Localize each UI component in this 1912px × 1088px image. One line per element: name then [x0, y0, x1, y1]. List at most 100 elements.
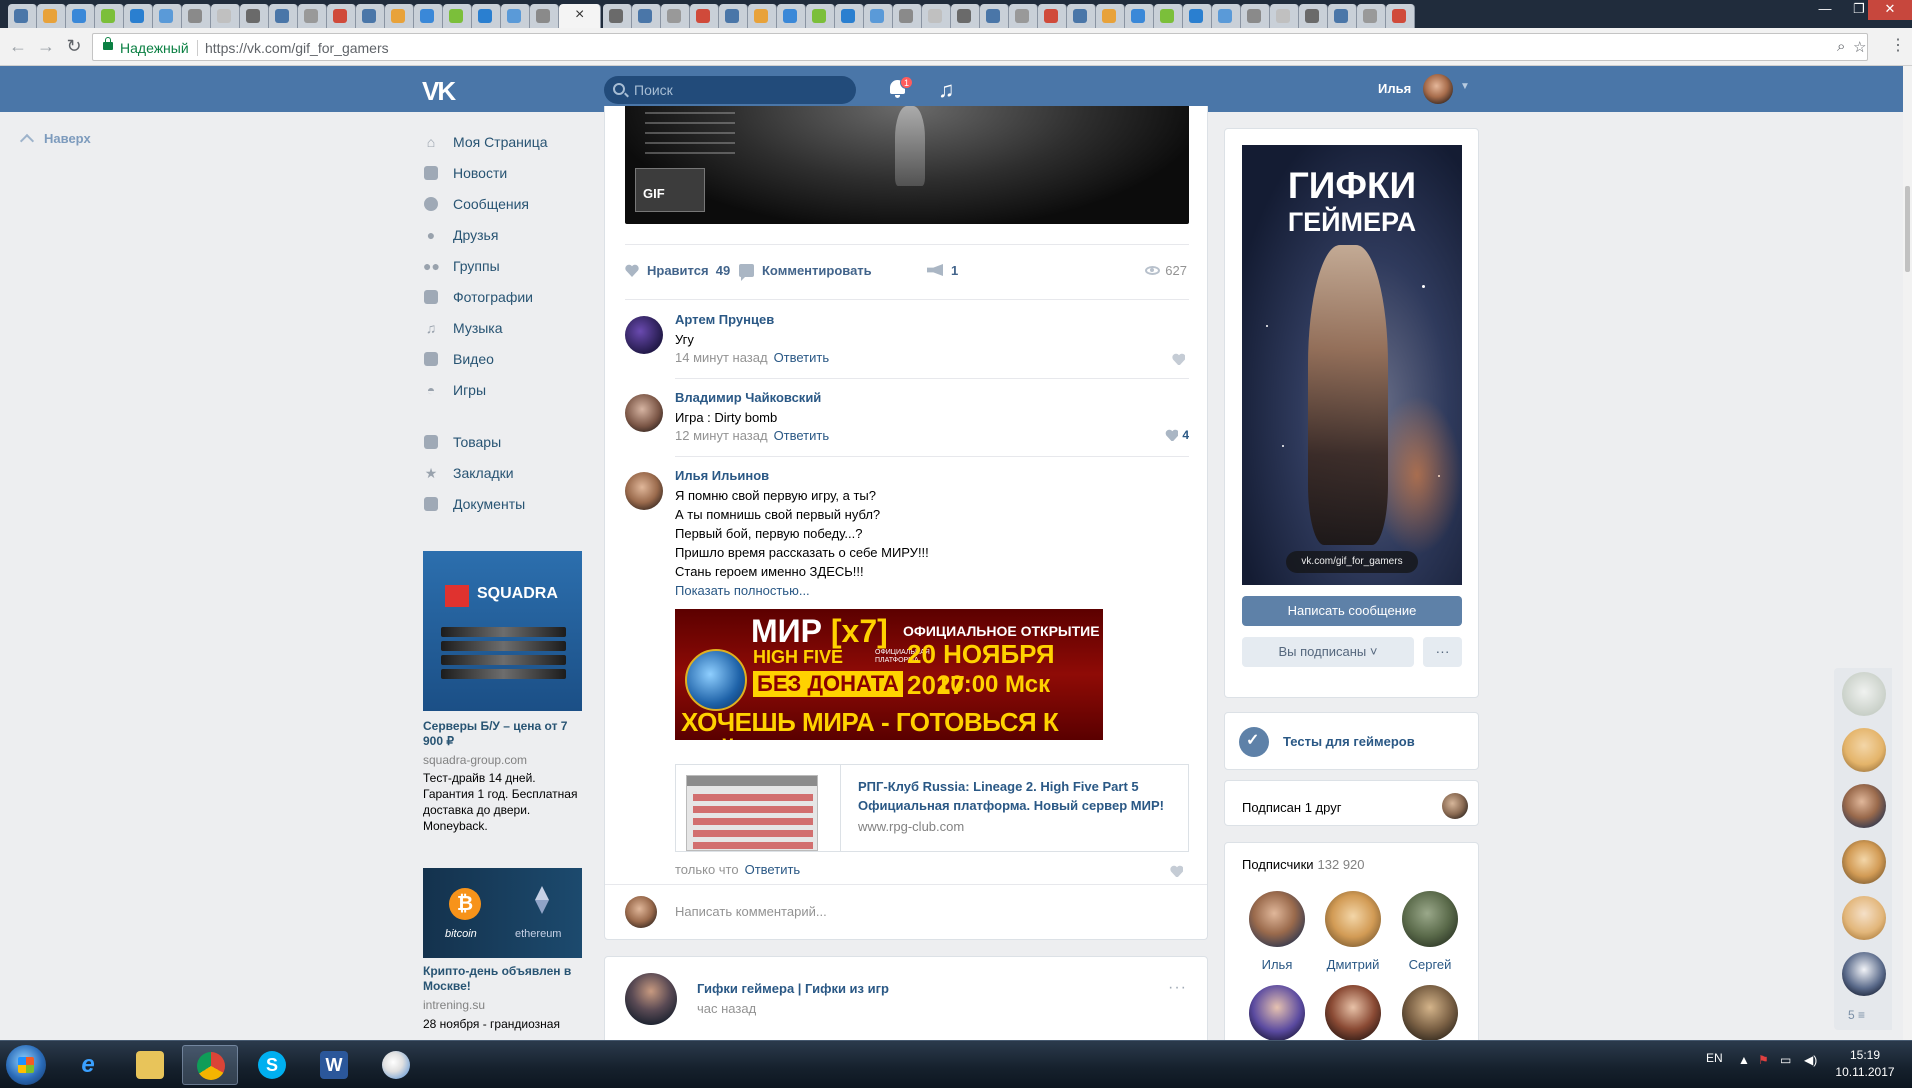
- comment-time[interactable]: только что: [675, 862, 739, 877]
- subscribers-header[interactable]: Подписчики 132 920: [1242, 857, 1365, 872]
- reload-icon[interactable]: ↻: [62, 35, 86, 59]
- nav-item-games[interactable]: ◓ Игры: [423, 380, 583, 400]
- comment-author[interactable]: Илья Ильинов: [675, 468, 769, 483]
- post-author[interactable]: Гифки геймера | Гифки из игр: [697, 981, 889, 996]
- subscribed-button[interactable]: Вы подписаны ˅: [1242, 637, 1414, 667]
- promo-banner-image[interactable]: МИР [x7] HIGH FIVE ОФИЦИАЛЬНАЯ ПЛАТФОРМА…: [675, 609, 1103, 740]
- link-domain[interactable]: www.rpg-club.com: [858, 819, 964, 834]
- chevron-down-icon[interactable]: ▼: [1460, 81, 1470, 92]
- subscriber-item[interactable]: Сергей: [1395, 891, 1465, 972]
- browser-tab[interactable]: [719, 4, 748, 28]
- nav-item-bookmarks[interactable]: ★ Закладки: [423, 463, 583, 483]
- taskbar-paint[interactable]: [368, 1045, 424, 1085]
- ad-crypto-image[interactable]: ₿ bitcoin ethereum: [423, 868, 582, 958]
- music-note-icon[interactable]: ♫: [938, 77, 955, 103]
- search-input[interactable]: Поиск: [604, 76, 856, 104]
- comment-button[interactable]: Комментировать: [739, 263, 872, 283]
- browser-tab[interactable]: [1270, 4, 1299, 28]
- more-actions-button[interactable]: ···: [1423, 637, 1462, 667]
- browser-tab[interactable]: [1241, 4, 1270, 28]
- back-to-top-button[interactable]: Наверх: [19, 131, 91, 149]
- app-name[interactable]: Тесты для геймеров: [1283, 734, 1415, 749]
- share-button[interactable]: 1: [927, 263, 958, 283]
- browser-tab[interactable]: [240, 4, 269, 28]
- browser-tab[interactable]: [1299, 4, 1328, 28]
- browser-tab[interactable]: [1386, 4, 1415, 28]
- volume-icon[interactable]: ◀): [1804, 1053, 1817, 1067]
- ad-squadra-image[interactable]: SQUADRA: [423, 551, 582, 711]
- browser-menu-icon[interactable]: ⋮: [1886, 35, 1910, 59]
- friend-chat-avatar[interactable]: [1842, 784, 1886, 828]
- comment-author[interactable]: Владимир Чайковский: [675, 390, 821, 405]
- browser-tab[interactable]: [806, 4, 835, 28]
- ad-title[interactable]: Серверы Б/У – цена от 7 900 ₽: [423, 719, 582, 749]
- comment-time[interactable]: 12 минут назад: [675, 428, 768, 443]
- browser-tab[interactable]: [1357, 4, 1386, 28]
- friends-subscribed-card[interactable]: Подписан 1 друг: [1224, 780, 1479, 826]
- browser-tab[interactable]: [1038, 4, 1067, 28]
- comment-avatar[interactable]: [625, 472, 663, 510]
- gif-attachment[interactable]: GIF: [625, 106, 1189, 224]
- action-center-flag-icon[interactable]: ⚑: [1758, 1053, 1769, 1067]
- write-message-button[interactable]: Написать сообщение: [1242, 596, 1462, 626]
- nav-item-documents[interactable]: Документы: [423, 494, 583, 514]
- browser-tab[interactable]: [690, 4, 719, 28]
- subscriber-item[interactable]: [1395, 985, 1465, 1041]
- nav-item-video[interactable]: Видео: [423, 349, 583, 369]
- browser-tab[interactable]: [298, 4, 327, 28]
- show-more-link[interactable]: Показать полностью...: [675, 581, 929, 600]
- subscriber-item[interactable]: [1318, 985, 1388, 1041]
- browser-tab[interactable]: [632, 4, 661, 28]
- more-friends-counter[interactable]: 5 ≡: [1848, 1008, 1865, 1022]
- comment-like-button[interactable]: [1170, 864, 1187, 878]
- browser-tab[interactable]: [443, 4, 472, 28]
- nav-item-news[interactable]: Новости: [423, 163, 583, 183]
- friend-chat-avatar[interactable]: [1842, 840, 1886, 884]
- browser-tab[interactable]: [37, 4, 66, 28]
- address-bar[interactable]: Надежный https://vk.com/gif_for_gamers ⌕…: [92, 33, 1868, 61]
- taskbar-word[interactable]: W: [306, 1045, 362, 1085]
- friends-subscribed-text[interactable]: Подписан 1 друг: [1242, 800, 1341, 815]
- browser-tab[interactable]: [66, 4, 95, 28]
- browser-tab[interactable]: [182, 4, 211, 28]
- browser-tab[interactable]: [1328, 4, 1357, 28]
- comment-avatar[interactable]: [625, 394, 663, 432]
- browser-tab[interactable]: [8, 4, 37, 28]
- friend-chat-avatar[interactable]: [1842, 952, 1886, 996]
- header-user-name[interactable]: Илья: [1378, 81, 1411, 96]
- close-window-button[interactable]: ✕: [1868, 0, 1912, 20]
- friend-avatar[interactable]: [1442, 793, 1468, 819]
- browser-tab[interactable]: [777, 4, 806, 28]
- post-menu-icon[interactable]: ···: [1168, 979, 1187, 997]
- link-preview[interactable]: РПГ-Клуб Russia: Lineage 2. High Five Pa…: [675, 764, 1189, 852]
- bookmark-star-icon[interactable]: ☆: [1853, 38, 1866, 56]
- browser-tab[interactable]: [95, 4, 124, 28]
- subscriber-item[interactable]: Илья: [1242, 891, 1312, 972]
- back-arrow-icon[interactable]: ←: [6, 35, 30, 59]
- url-text[interactable]: https://vk.com/gif_for_gamers: [205, 40, 389, 56]
- browser-tab[interactable]: [951, 4, 980, 28]
- browser-tab[interactable]: [1067, 4, 1096, 28]
- taskbar-explorer[interactable]: [122, 1045, 178, 1085]
- browser-tab[interactable]: [893, 4, 922, 28]
- browser-tab[interactable]: [1009, 4, 1038, 28]
- community-app-card[interactable]: Тесты для геймеров: [1224, 712, 1479, 770]
- browser-tab[interactable]: [603, 4, 632, 28]
- close-tab-icon[interactable]: ×: [575, 6, 584, 24]
- community-avatar[interactable]: [625, 973, 677, 1025]
- link-title[interactable]: РПГ-Клуб Russia: Lineage 2. High Five Pa…: [858, 777, 1178, 815]
- browser-tab[interactable]: [922, 4, 951, 28]
- tray-arrow-icon[interactable]: ▲: [1738, 1053, 1750, 1067]
- browser-tab[interactable]: [211, 4, 240, 28]
- system-clock[interactable]: 15:19 10.11.2017: [1830, 1047, 1900, 1081]
- taskbar-internet-explorer[interactable]: e: [60, 1045, 116, 1085]
- browser-tab[interactable]: [269, 4, 298, 28]
- browser-tab[interactable]: [385, 4, 414, 28]
- subscriber-item[interactable]: [1242, 985, 1312, 1041]
- browser-tab[interactable]: [153, 4, 182, 28]
- forward-arrow-icon[interactable]: →: [34, 35, 58, 59]
- scrollbar-thumb[interactable]: [1905, 186, 1910, 272]
- nav-item-friends[interactable]: ● Друзья: [423, 225, 583, 245]
- comment-time[interactable]: 14 минут назад: [675, 350, 768, 365]
- taskbar-chrome[interactable]: [182, 1045, 238, 1085]
